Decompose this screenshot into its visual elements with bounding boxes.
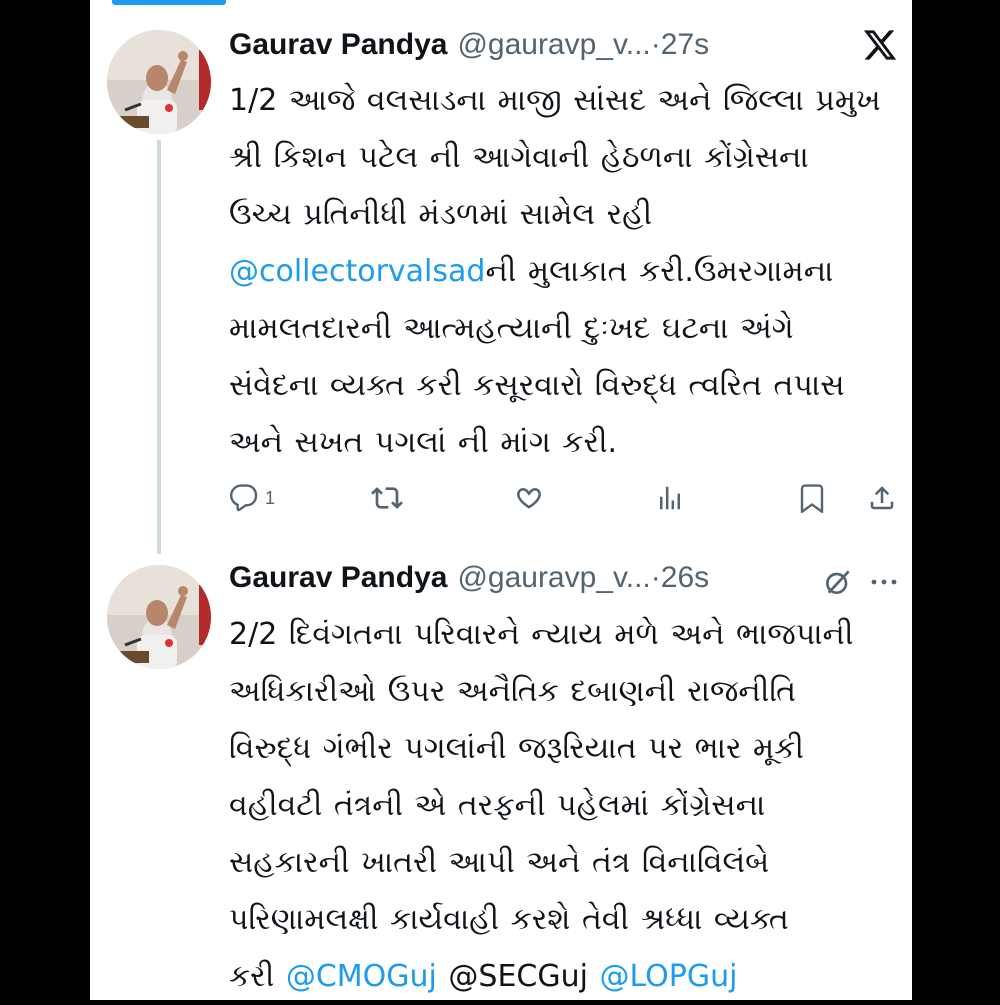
tweet-text-line: મામલતદારની આત્મહત્યાની દુઃખદ ઘટના અંગે	[229, 300, 899, 357]
avatar[interactable]	[107, 30, 211, 134]
views-button[interactable]	[655, 476, 685, 520]
bookmark-icon	[800, 484, 824, 513]
mention-link[interactable]: @LOPGuj	[599, 959, 737, 994]
thread-connector-line	[157, 140, 161, 554]
tweet-header: Gaurav Pandya @gauravp_v... ·26s	[229, 558, 709, 598]
share-button[interactable]	[867, 476, 897, 520]
tweet-text-segment: વહીવટી તંત્રની એ તરફની પહેલમાં કોંગ્રેસન…	[229, 788, 766, 823]
reply-count: 1	[265, 487, 276, 508]
share-icon	[870, 486, 894, 510]
tweet-text-segment: શ્રી કિશન પટેલ ની આગેવાની હેઠળના કોંગ્રે…	[229, 140, 809, 175]
tweet-text-segment: પરિણામલક્ષી કાર્યવાહી કરશે તેવી શ્રધ્ધા …	[229, 902, 789, 937]
top-accent-bar	[112, 0, 226, 5]
tweet-text: 1/2 આજે વલસાડના માજી સાંસદ અને જિલ્લા પ્…	[229, 72, 899, 471]
tweet-text-segment: @SECGuj	[436, 959, 600, 994]
views-icon	[660, 486, 680, 510]
tweet-header: Gaurav Pandya @gauravp_v... ·27s	[229, 25, 709, 65]
tweet-text-segment: અને સખત પગલાં ની માંગ કરી.	[229, 425, 618, 460]
tweet-text: 2/2 દિવંગતના પરિવારને ન્યાય મળે અને ભાજપ…	[229, 606, 899, 1005]
tweet-text-line: અધિકારીઓ ઉપર અનૈતિક દબાણની રાજનીતિ	[229, 663, 899, 720]
tweet-text-line: @collectorvalsadની મુલાકાત કરી.ઉમરગામના	[229, 243, 899, 300]
reply-button[interactable]: 1	[229, 476, 275, 520]
tweet-text-line: કરી @CMOGuj @SECGuj @LOPGuj	[229, 948, 899, 1005]
author-name[interactable]: Gaurav Pandya	[229, 561, 447, 595]
tweet-actions: 1	[229, 476, 909, 520]
tweet-text-line: 1/2 આજે વલસાડના માજી સાંસદ અને જિલ્લા પ્…	[229, 72, 899, 129]
more-icon[interactable]	[866, 566, 902, 602]
tweet-text-segment: 2/2 દિવંગતના પરિવારને ન્યાય મળે અને ભાજપ…	[229, 617, 854, 652]
tweet-text-line: સંવેદના વ્યક્ત કરી કસૂરવારો વિરુદ્ધ ત્વર…	[229, 357, 899, 414]
tweet-text-line: પરિણામલક્ષી કાર્યવાહી કરશે તેવી શ્રધ્ધા …	[229, 891, 899, 948]
like-icon	[517, 488, 541, 509]
tweet-text-line: ઉચ્ચ પ્રતિનીધી મંડળમાં સામેલ રહી	[229, 186, 899, 243]
author-name[interactable]: Gaurav Pandya	[229, 28, 447, 62]
tweet-text-line: સહકારની ખાતરી આપી અને તંત્ર વિનાવિલંબે	[229, 834, 899, 891]
tweet-text-segment: 1/2 આજે વલસાડના માજી સાંસદ અને જિલ્લા પ્…	[229, 83, 881, 118]
avatar[interactable]	[107, 565, 211, 669]
tweet-text-line: શ્રી કિશન પટેલ ની આગેવાની હેઠળના કોંગ્રે…	[229, 129, 899, 186]
retweet-icon	[371, 487, 403, 509]
timestamp[interactable]: ·26s	[651, 561, 709, 595]
reply-icon	[230, 484, 258, 512]
tweet-text-segment: અધિકારીઓ ઉપર અનૈતિક દબાણની રાજનીતિ	[229, 674, 797, 709]
tweet-text-line: અને સખત પગલાં ની માંગ કરી.	[229, 414, 899, 471]
tweet-text-segment: સહકારની ખાતરી આપી અને તંત્ર વિનાવિલંબે	[229, 845, 770, 880]
mention-link[interactable]: @collectorvalsad	[229, 254, 485, 289]
tweet-text-line: વહીવટી તંત્રની એ તરફની પહેલમાં કોંગ્રેસન…	[229, 777, 899, 834]
bookmark-button[interactable]	[797, 476, 827, 520]
tweet-text-line: વિરુદ્ધ ગંભીર પગલાંની જરૂરિયાત પર ભાર મૂ…	[229, 720, 899, 777]
tweet-text-segment: કરી	[229, 959, 286, 994]
x-logo-icon	[862, 27, 898, 67]
retweet-button[interactable]	[371, 476, 403, 520]
tweet-text-segment: વિરુદ્ધ ગંભીર પગલાંની જરૂરિયાત પર ભાર મૂ…	[229, 731, 804, 766]
tweet-text-line: 2/2 દિવંગતના પરિવારને ન્યાય મળે અને ભાજપ…	[229, 606, 899, 663]
mention-link[interactable]: @CMOGuj	[286, 959, 437, 994]
timestamp[interactable]: ·27s	[651, 28, 709, 62]
author-handle[interactable]: @gauravp_v...	[457, 561, 650, 595]
like-button[interactable]	[513, 476, 545, 520]
author-handle[interactable]: @gauravp_v...	[457, 28, 650, 62]
avatar-photo	[107, 30, 211, 134]
tweet-text-segment: મામલતદારની આત્મહત્યાની દુઃખદ ઘટના અંગે	[229, 311, 794, 346]
grok-icon[interactable]	[822, 566, 854, 602]
tweet-text-segment: ની મુલાકાત કરી.ઉમરગામના	[485, 254, 834, 289]
tweet-text-segment: સંવેદના વ્યક્ત કરી કસૂરવારો વિરુદ્ધ ત્વર…	[229, 368, 845, 403]
tweet-text-segment: ઉચ્ચ પ્રતિનીધી મંડળમાં સામેલ રહી	[229, 197, 653, 232]
avatar-photo	[107, 565, 211, 669]
